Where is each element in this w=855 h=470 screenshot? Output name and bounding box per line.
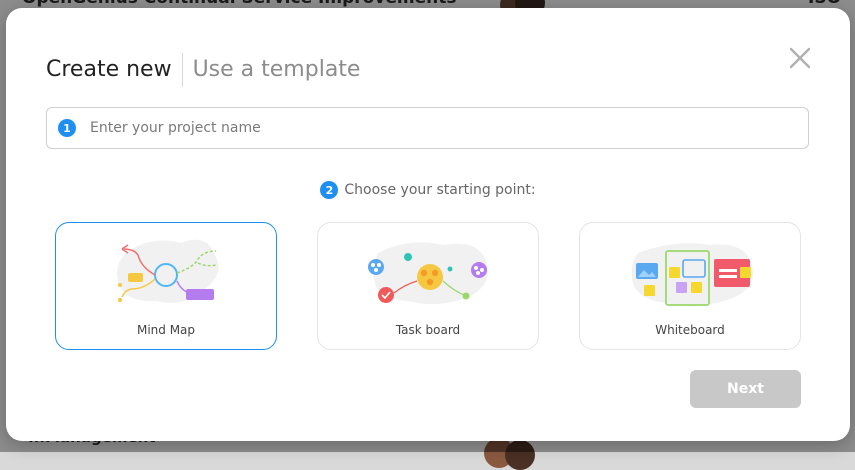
create-project-dialog: Create new Use a template 1 2 Choose you… [6,8,850,441]
starting-point-label: Choose your starting point: [344,182,536,198]
step-1-badge: 1 [58,119,76,137]
whiteboard-illustration [631,243,754,307]
next-button[interactable]: Next [690,370,801,408]
dialog-tabs: Create new Use a template [46,53,361,87]
project-name-input[interactable] [88,119,782,137]
project-name-field[interactable]: 1 [46,107,809,149]
option-task-board[interactable]: Task board [317,222,539,350]
close-icon[interactable] [788,46,812,70]
tab-use-template[interactable]: Use a template [193,55,361,85]
tab-divider [181,53,183,87]
option-label: Task board [395,323,461,337]
starting-point-heading: 2 Choose your starting point: [6,181,850,199]
option-label: Mind Map [136,323,196,337]
task-board-illustration [368,242,488,305]
step-2-badge: 2 [320,181,339,199]
option-label: Whiteboard [655,323,725,337]
tab-create-new[interactable]: Create new [46,55,172,85]
option-mind-map[interactable]: Mind Map [55,222,277,350]
option-whiteboard[interactable]: Whiteboard [579,222,801,350]
mind-map-illustration [117,239,219,303]
